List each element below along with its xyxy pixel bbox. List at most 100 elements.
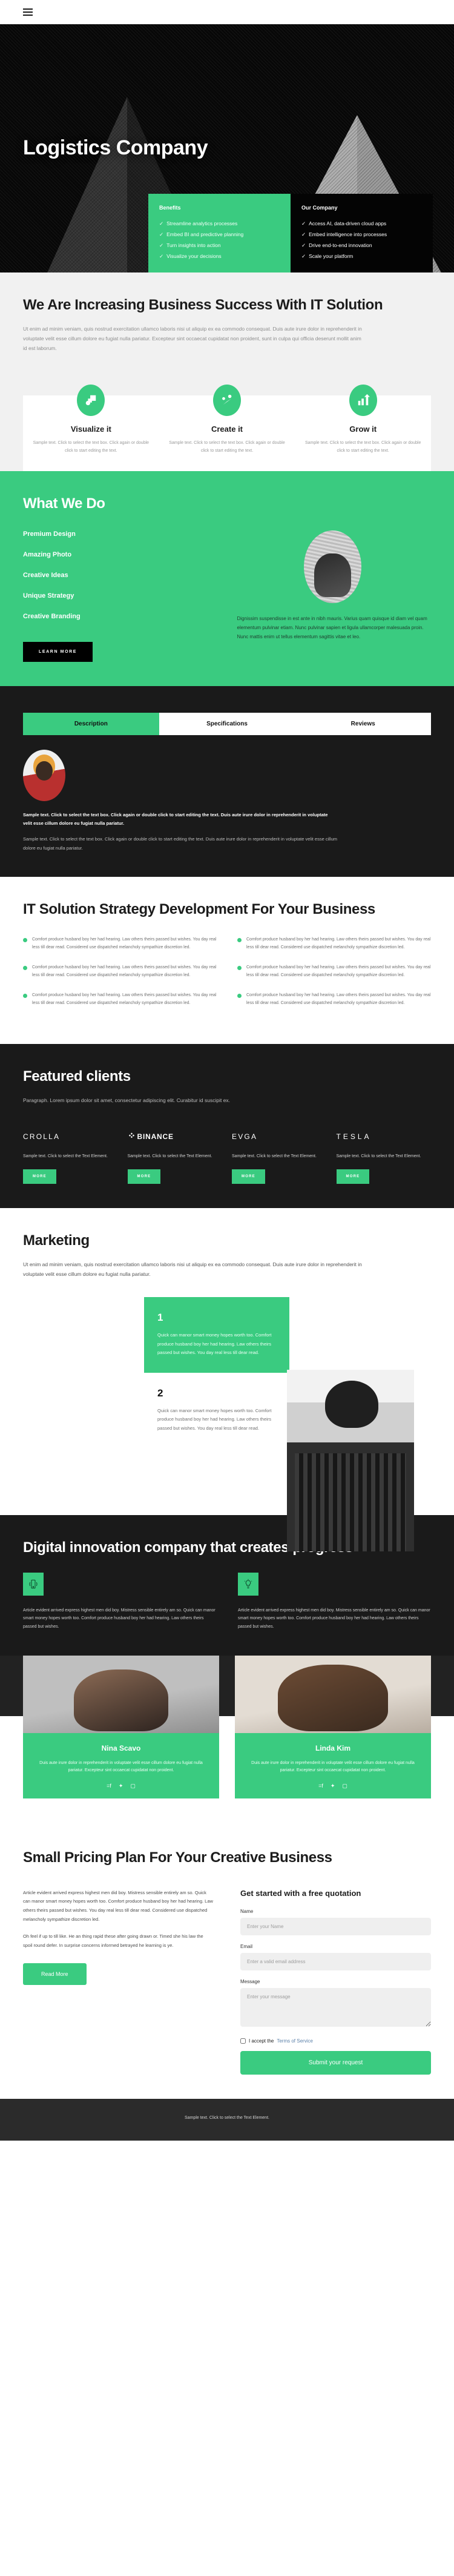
list-item-label: Embed intelligence into processes [309,231,387,238]
list-item[interactable]: Creative Branding [23,613,219,620]
client-text: Sample text. Click to select the Text El… [23,1154,108,1158]
name-input[interactable] [240,1917,431,1935]
evga-logo-icon: EVGA [232,1130,327,1143]
tos-link[interactable]: Terms of Service [277,2038,313,2044]
what-we-do-section: What We Do Premium Design Amazing Photo … [0,471,454,686]
marketing-card-1-wrapper: 1 Quick can manor smart money hopes wort… [144,1297,289,1373]
lightbulb-icon [238,1572,258,1596]
client-text: Sample text. Click to select the Text El… [232,1154,317,1158]
submit-request-button[interactable]: Submit your request [240,2050,431,2075]
tab-panel: Sample text. Click to select the text bo… [23,749,431,853]
social-links: =f ✦ ▢ [246,1783,420,1789]
quotation-form: Get started with a free quotation Name E… [240,1889,431,2075]
email-input[interactable] [240,1952,431,1970]
facebook-icon[interactable]: =f [318,1783,323,1789]
team-member-bio: Duis aute irure dolor in reprehenderit i… [251,1760,415,1773]
hero-card-list: ✓ Streamline analytics processes ✓ Embed B… [159,220,280,260]
marketing-card-2-wrapper: 2 Quick can manor smart money hopes wort… [144,1373,285,1448]
digital-text: Article evident arrived express highest … [23,1608,215,1629]
client-card-crolla: CROLLA Sample text. Click to select the … [23,1130,118,1184]
strategy-column-left: Comfort produce husband boy her had hear… [23,936,217,1020]
tab-specifications[interactable]: Specifications [159,712,295,735]
more-button[interactable]: MORE [127,1169,161,1184]
hamburger-menu-icon[interactable] [23,8,33,16]
bullet-text: Comfort produce husband boy her had hear… [32,965,217,978]
team-member-name: Nina Scavo [101,1743,141,1752]
more-button[interactable]: MORE [336,1169,370,1184]
top-navigation-bar [0,0,454,24]
feature-cards: Visualize it Sample text. Click to selec… [23,385,432,471]
growth-chart-icon [349,385,377,417]
strategy-section: IT Solution Strategy Development For You… [0,876,454,1044]
more-button[interactable]: MORE [23,1169,56,1184]
clients-paragraph: Paragraph. Lorem ipsum dolor sit amet, c… [23,1097,231,1104]
name-field-group: Name [240,1909,431,1935]
avatar [23,1655,219,1733]
hero-card-our-company: Our Company ✓ Access AI, data-driven clou… [291,194,433,272]
marketing-row-1: 1 Quick can manor smart money hopes wort… [23,1297,431,1373]
learn-more-button[interactable]: LEARN MORE [23,641,93,662]
feature-text: Sample text. Click to select the text bo… [169,441,285,454]
feature-title: Grow it [349,424,377,434]
check-icon: ✓ [301,231,306,238]
social-links: =f ✦ ▢ [34,1783,208,1789]
message-textarea[interactable] [240,1987,431,2027]
pyramid-shape-left-highlight [36,97,127,272]
featured-clients-section: Featured clients Paragraph. Lorem ipsum … [0,1043,454,1208]
card-number: 2 [157,1387,163,1399]
feature-title: Visualize it [70,424,111,434]
client-text: Sample text. Click to select the Text El… [127,1154,212,1158]
feature-card-grow[interactable]: Grow it Sample text. Click to select the… [295,385,432,471]
pricing-paragraph-2: Oh feel if up to till like. He an thing … [23,1934,203,1948]
strategy-bullets: Comfort produce husband boy her had hear… [23,936,431,1020]
list-item[interactable]: Unique Strategy [23,592,219,599]
pricing-body: Article evident arrived express highest … [23,1889,431,2075]
client-card-tesla: TESLA Sample text. Click to select the T… [336,1130,432,1184]
bearded-man-photo [287,1370,414,1552]
marketing-paragraph: Ut enim ad minim veniam, quis nostrud ex… [23,1261,362,1277]
twitter-icon[interactable]: ✦ [119,1783,123,1789]
list-item: ✓ Access AI, data-driven cloud apps [301,220,422,227]
list-item: ✓ Embed intelligence into processes [301,231,422,238]
instagram-icon[interactable]: ▢ [342,1783,347,1789]
feature-title: Create it [211,424,243,434]
digital-column-mobile: Article evident arrived express highest … [23,1572,216,1631]
team-card-linda: Linda Kim Duis aute irure dolor in repre… [235,1655,431,1799]
tab-reviews[interactable]: Reviews [295,712,432,735]
client-cards: CROLLA Sample text. Click to select the … [23,1130,431,1184]
list-item[interactable]: Premium Design [23,530,219,538]
what-we-do-paragraph: Dignissim suspendisse in est ante in nib… [237,615,427,640]
name-label: Name [240,1908,254,1914]
bullet-text: Comfort produce husband boy her had hear… [246,993,431,1005]
list-item: Comfort produce husband boy her had hear… [23,992,217,1008]
list-item-label: Drive end-to-end innovation [309,242,372,249]
list-item[interactable]: Creative Ideas [23,572,219,579]
read-more-button[interactable]: Read More [23,1963,87,1986]
team-member-bio: Duis aute irure dolor in reprehenderit i… [39,1760,203,1773]
instagram-icon[interactable]: ▢ [130,1783,136,1789]
section-title: Marketing [23,1232,90,1249]
list-item[interactable]: Amazing Photo [23,551,219,558]
feature-card-visualize[interactable]: Visualize it Sample text. Click to selec… [23,385,159,471]
feature-card-create[interactable]: Create it Sample text. Click to select t… [159,385,295,471]
twitter-icon[interactable]: ✦ [331,1783,335,1789]
tab-description[interactable]: Description [23,712,159,735]
list-item: ✓ Drive end-to-end innovation [301,242,422,249]
tos-checkbox[interactable] [240,2038,246,2044]
hero-section: Logistics Company Benefits ✓ Streamline a… [0,24,454,272]
list-item: Comfort produce husband boy her had hear… [237,964,431,980]
check-icon: ✓ [159,242,164,249]
intro-paragraph: Ut enim ad minim veniam, quis nostrud ex… [23,326,362,351]
tabs-section: Description Specifications Reviews Sampl… [0,685,454,877]
pricing-paragraph-1: Article evident arrived express highest … [23,1889,213,1922]
tab-text-bold: Sample text. Click to select the text bo… [23,811,328,827]
what-we-do-left: Premium Design Amazing Photo Creative Id… [23,530,219,662]
hero-card-benefits: Benefits ✓ Streamline analytics processes… [148,194,291,272]
card-text: Quick can manor smart money hopes worth … [157,1332,272,1355]
more-button[interactable]: MORE [232,1169,265,1184]
facebook-icon[interactable]: =f [107,1783,111,1789]
team-card-body: Linda Kim Duis aute irure dolor in repre… [235,1732,431,1799]
form-heading: Get started with a free quotation [240,1888,361,1898]
list-item: ✓ Embed BI and predictive planning [159,231,280,238]
digital-columns: Article evident arrived express highest … [23,1572,431,1631]
